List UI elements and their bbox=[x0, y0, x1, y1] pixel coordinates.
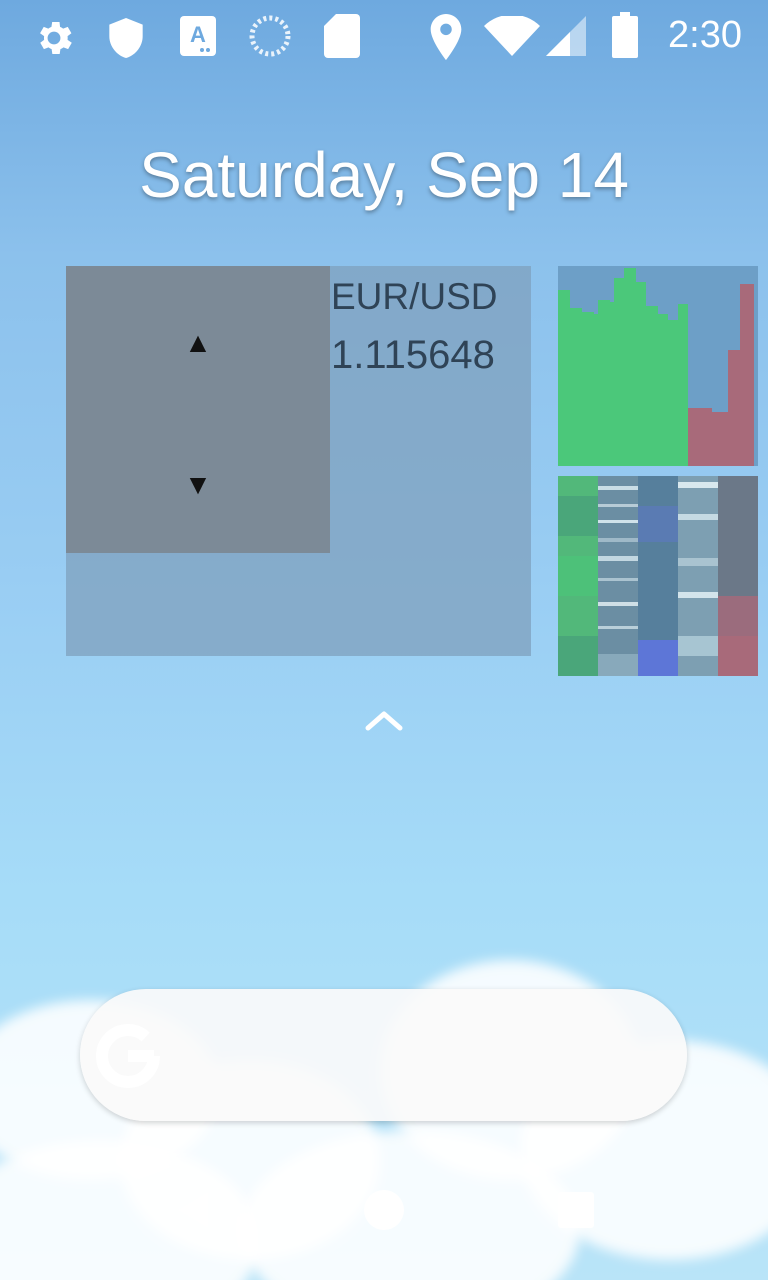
battery-icon bbox=[612, 12, 638, 58]
currency-rate-value: 1.115648 bbox=[331, 333, 495, 377]
status-clock: 2:30 bbox=[668, 14, 742, 56]
recents-icon[interactable] bbox=[556, 1190, 596, 1230]
navigation-bar bbox=[0, 1166, 768, 1256]
cell-signal-icon bbox=[546, 16, 586, 56]
location-icon bbox=[430, 14, 462, 60]
rate-up-button[interactable]: ▲ bbox=[66, 278, 330, 408]
loading-circle-icon bbox=[249, 15, 291, 57]
accessibility-app-icon: A bbox=[180, 16, 216, 56]
gear-icon bbox=[40, 22, 72, 54]
fx-rate-widget[interactable]: ▲ ▼ EUR/USD 1.115648 bbox=[66, 266, 531, 656]
back-icon[interactable] bbox=[172, 1188, 212, 1232]
svg-text:A: A bbox=[190, 22, 206, 47]
google-g-icon bbox=[95, 1023, 160, 1089]
fx-button-panel: ▲ ▼ bbox=[66, 266, 330, 553]
wifi-icon bbox=[484, 16, 540, 56]
home-icon[interactable] bbox=[362, 1188, 406, 1232]
status-bar: A 2:30 bbox=[0, 0, 768, 76]
sd-card-icon bbox=[324, 14, 360, 58]
rate-down-button[interactable]: ▼ bbox=[66, 420, 330, 550]
google-search-bar[interactable] bbox=[80, 989, 687, 1121]
shield-icon bbox=[109, 18, 143, 58]
heatmap-widget[interactable] bbox=[558, 476, 758, 676]
app-drawer-chevron-icon[interactable] bbox=[364, 706, 404, 736]
mini-chart-widget[interactable] bbox=[558, 266, 758, 466]
home-date[interactable]: Saturday, Sep 14 bbox=[0, 138, 768, 212]
currency-pair-label: EUR/USD bbox=[331, 276, 498, 317]
